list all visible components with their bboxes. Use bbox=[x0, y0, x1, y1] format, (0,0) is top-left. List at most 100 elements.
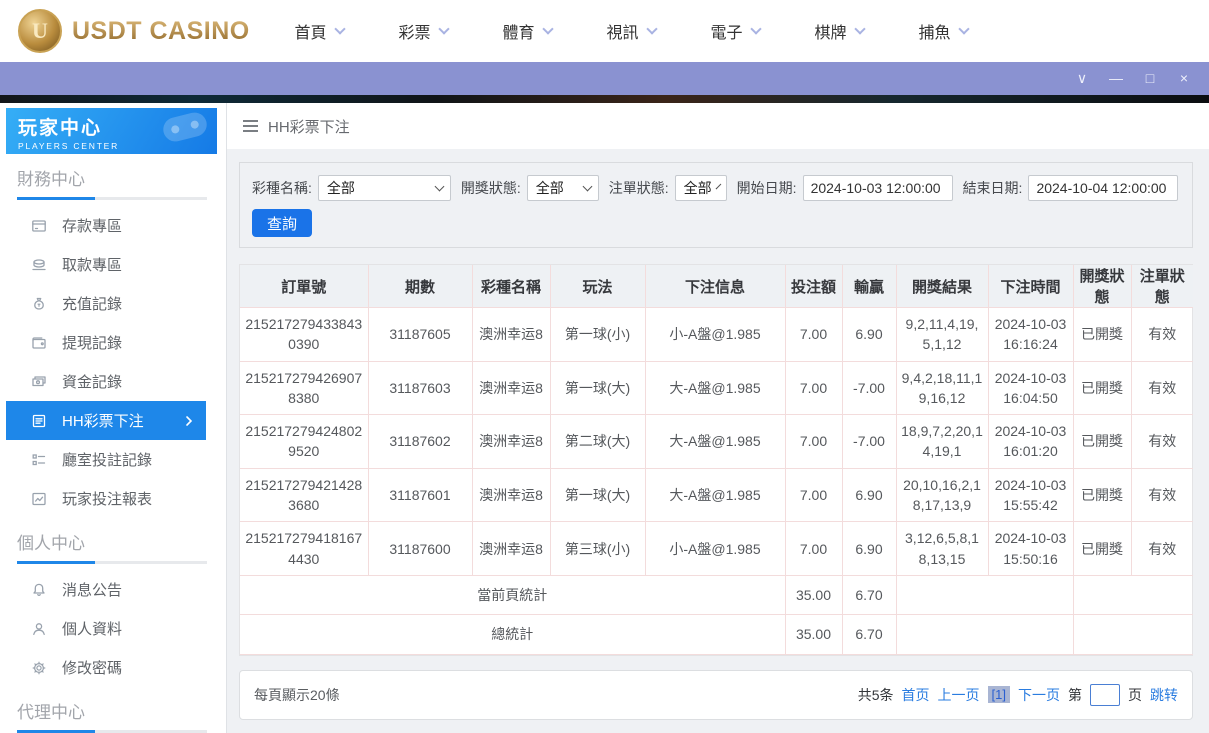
summary-amount: 35.00 bbox=[785, 615, 842, 654]
money-bag-icon bbox=[31, 296, 47, 312]
breadcrumb: HH彩票下注 bbox=[227, 103, 1209, 149]
nav-item-home[interactable]: 首頁 bbox=[267, 19, 371, 43]
nav-item-cards[interactable]: 棋牌 bbox=[787, 19, 891, 43]
col-bet-info: 下注信息 bbox=[645, 265, 785, 308]
top-navigation-bar: U USDT CASINO 首頁 彩票 體育 視訊 電子 棋牌 捕魚 bbox=[0, 0, 1209, 62]
chevron-down-icon bbox=[542, 23, 553, 34]
page-suffix-text: 页 bbox=[1128, 685, 1142, 705]
order-status-select[interactable]: 全部 bbox=[675, 175, 727, 201]
nav-item-lottery[interactable]: 彩票 bbox=[371, 19, 475, 43]
table-footer-bar: 每頁顯示20條 共5条 首页 上一页 [1] 下一页 第 页 跳转 bbox=[239, 670, 1193, 720]
decorative-banner-strip bbox=[0, 95, 1209, 103]
brand-name: USDT CASINO bbox=[72, 17, 250, 46]
sidebar-item-room-bet-records[interactable]: 廳室投註記錄 bbox=[6, 440, 206, 479]
main-panel: HH彩票下注 彩種名稱: 全部 開獎狀態: bbox=[227, 103, 1209, 733]
total-count-text: 共5条 bbox=[858, 685, 894, 705]
nav-item-sports[interactable]: 體育 bbox=[475, 19, 579, 43]
chevron-down-icon bbox=[854, 23, 865, 34]
wallet-icon bbox=[31, 335, 47, 351]
app-window: U USDT CASINO 首頁 彩票 體育 視訊 電子 棋牌 捕魚 ∨ — □… bbox=[0, 0, 1209, 733]
brand-logo[interactable]: U USDT CASINO bbox=[18, 9, 253, 53]
deposit-card-icon bbox=[31, 218, 47, 234]
window-maximize-icon[interactable]: □ bbox=[1133, 62, 1167, 95]
total-summary-row: 總統計 35.00 6.70 bbox=[240, 615, 1193, 654]
nav-item-live[interactable]: 視訊 bbox=[579, 19, 683, 43]
page-prefix-text: 第 bbox=[1068, 685, 1082, 705]
page-number-input[interactable] bbox=[1090, 684, 1120, 706]
lottery-name-select[interactable]: 全部 bbox=[318, 175, 451, 201]
window-close-icon[interactable]: × bbox=[1167, 62, 1201, 95]
end-date-label: 結束日期: bbox=[963, 178, 1023, 198]
chart-report-icon bbox=[31, 491, 47, 507]
order-status-label: 注單狀態: bbox=[609, 178, 669, 198]
sidebar-item-withdraw[interactable]: 取款專區 bbox=[6, 245, 206, 284]
bell-icon bbox=[31, 582, 47, 598]
banknotes-icon bbox=[31, 374, 47, 390]
sidebar-item-fund-records[interactable]: 資金記錄 bbox=[6, 362, 206, 401]
gear-icon bbox=[31, 660, 47, 676]
finance-menu: 存款專區 取款專區 充值記錄 提現記錄 資金記錄 bbox=[0, 206, 226, 518]
section-finance-center: 財務中心 bbox=[17, 170, 207, 200]
prev-page-link[interactable]: 上一页 bbox=[938, 685, 980, 705]
bets-table: 訂單號 期數 彩種名稱 玩法 下注信息 投注額 輸贏 開獎結果 下注時間 開獎狀… bbox=[240, 265, 1193, 655]
summary-amount: 35.00 bbox=[785, 575, 842, 614]
next-page-link[interactable]: 下一页 bbox=[1018, 685, 1060, 705]
first-page-link[interactable]: 首页 bbox=[902, 685, 930, 705]
chevron-right-icon bbox=[184, 415, 194, 427]
bets-table-container: 訂單號 期數 彩種名稱 玩法 下注信息 投注額 輸贏 開獎結果 下注時間 開獎狀… bbox=[239, 264, 1193, 656]
draw-status-select[interactable]: 全部 bbox=[527, 175, 599, 201]
personal-menu: 消息公告 個人資料 修改密碼 bbox=[0, 570, 226, 687]
hamburger-menu-icon[interactable] bbox=[243, 120, 258, 132]
main-menu: 首頁 彩票 體育 視訊 電子 棋牌 捕魚 bbox=[267, 19, 995, 43]
start-date-label: 開始日期: bbox=[737, 178, 797, 198]
sidebar-item-deposit[interactable]: 存款專區 bbox=[6, 206, 206, 245]
checklist-icon bbox=[31, 452, 47, 468]
players-center-header: 玩家中心 PLAYERS CENTER bbox=[6, 108, 217, 154]
sidebar-item-change-password[interactable]: 修改密碼 bbox=[6, 648, 206, 687]
section-agent-center: 代理中心 bbox=[17, 703, 207, 733]
search-button[interactable]: 查詢 bbox=[252, 209, 312, 237]
nav-item-fishing[interactable]: 捕魚 bbox=[891, 19, 995, 43]
col-play: 玩法 bbox=[550, 265, 645, 308]
sidebar-item-profile[interactable]: 個人資料 bbox=[6, 609, 206, 648]
summary-label: 當前頁統計 bbox=[240, 575, 785, 614]
col-lottery: 彩種名稱 bbox=[472, 265, 550, 308]
sidebar-item-announcements[interactable]: 消息公告 bbox=[6, 570, 206, 609]
summary-win-loss: 6.70 bbox=[842, 575, 896, 614]
chevron-down-icon bbox=[646, 23, 657, 34]
person-icon bbox=[31, 621, 47, 637]
end-date-input[interactable] bbox=[1028, 175, 1178, 201]
current-page-badge[interactable]: [1] bbox=[988, 686, 1010, 703]
table-row: 215217279426907838031187603澳洲幸运8第一球(大)大-… bbox=[240, 361, 1193, 415]
jump-link[interactable]: 跳转 bbox=[1150, 685, 1178, 705]
col-order-id: 訂單號 bbox=[240, 265, 368, 308]
table-row: 215217279418167443031187600澳洲幸运8第三球(小)小-… bbox=[240, 522, 1193, 576]
col-bet-time: 下注時間 bbox=[988, 265, 1073, 308]
filter-panel: 彩種名稱: 全部 開獎狀態: 全部 注單狀態: bbox=[239, 162, 1193, 248]
section-underline bbox=[17, 561, 207, 564]
chevron-down-icon bbox=[434, 181, 444, 191]
start-date-input[interactable] bbox=[803, 175, 953, 201]
chevron-down-icon bbox=[958, 23, 969, 34]
nav-item-slots[interactable]: 電子 bbox=[683, 19, 787, 43]
bet-list-icon bbox=[31, 413, 47, 429]
sidebar-item-player-bet-report[interactable]: 玩家投注報表 bbox=[6, 479, 206, 518]
sidebar-item-recharge-records[interactable]: 充值記錄 bbox=[6, 284, 206, 323]
table-row: 215217279421428368031187601澳洲幸运8第一球(大)大-… bbox=[240, 468, 1193, 522]
sidebar-item-hh-lottery-bets[interactable]: HH彩票下注 bbox=[6, 401, 206, 440]
window-collapse-icon[interactable]: ∨ bbox=[1065, 62, 1099, 95]
brand-coin-icon: U bbox=[18, 9, 62, 53]
summary-win-loss: 6.70 bbox=[842, 615, 896, 654]
sidebar-item-cashout-records[interactable]: 提現記錄 bbox=[6, 323, 206, 362]
chevron-down-icon bbox=[750, 23, 761, 34]
current-page-summary-row: 當前頁統計 35.00 6.70 bbox=[240, 575, 1193, 614]
col-amount: 投注額 bbox=[785, 265, 842, 308]
table-row: 215217279424802952031187602澳洲幸运8第二球(大)大-… bbox=[240, 415, 1193, 469]
col-draw-status: 開獎狀態 bbox=[1073, 265, 1131, 308]
draw-status-label: 開獎狀態: bbox=[461, 178, 521, 198]
chevron-down-icon bbox=[715, 183, 721, 189]
window-minimize-icon[interactable]: — bbox=[1099, 62, 1133, 95]
page-size-text: 每頁顯示20條 bbox=[254, 685, 340, 705]
col-win-loss: 輸贏 bbox=[842, 265, 896, 308]
page-title: HH彩票下注 bbox=[268, 116, 350, 137]
